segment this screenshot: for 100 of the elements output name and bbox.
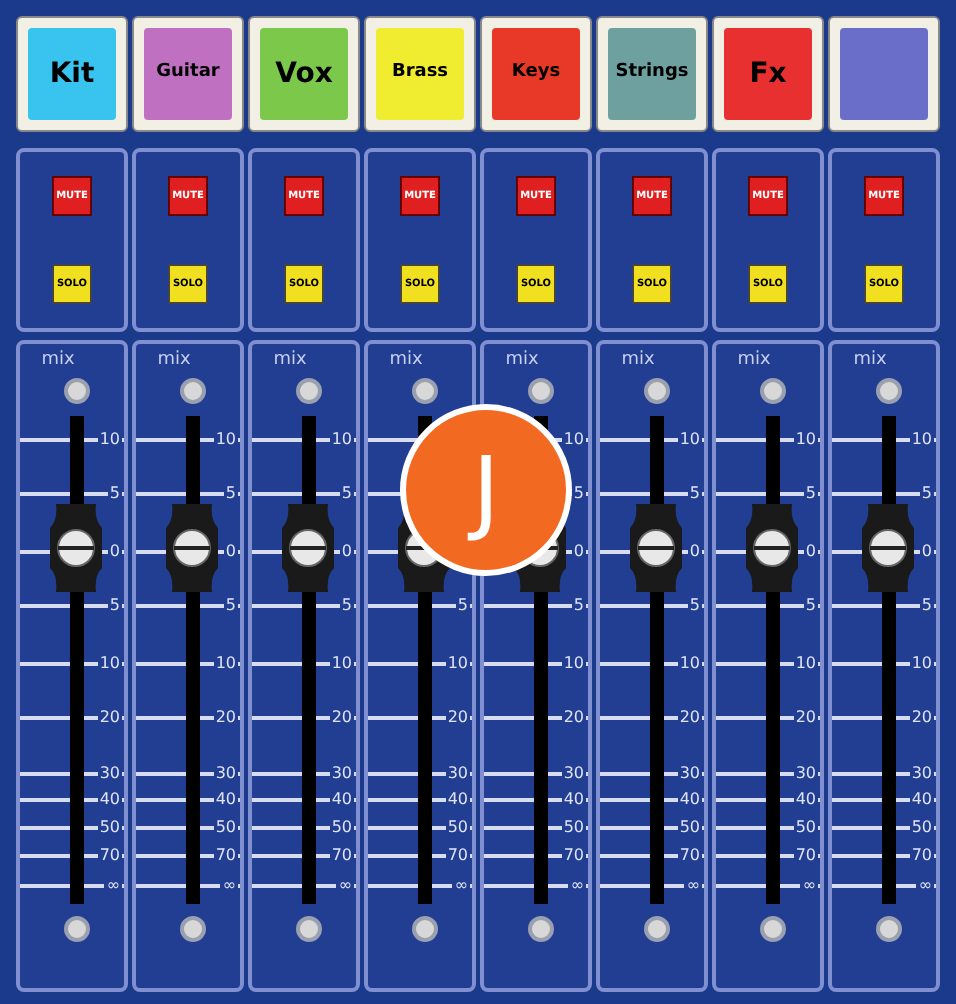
scale-label: 20 [677, 708, 702, 726]
scale-label: 10 [909, 430, 934, 448]
knob-icon[interactable] [64, 916, 90, 942]
scale-label: 50 [97, 818, 122, 836]
scale-label: 10 [97, 654, 122, 672]
channel-name-button[interactable] [828, 16, 940, 132]
scale-label: 50 [909, 818, 934, 836]
scale-label: 40 [329, 790, 354, 808]
scale-label: 10 [793, 430, 818, 448]
fader-cap[interactable] [746, 503, 798, 592]
scale-label: 10 [329, 654, 354, 672]
scale-label: 50 [561, 818, 586, 836]
knob-icon[interactable] [876, 378, 902, 404]
knob-icon[interactable] [296, 378, 322, 404]
knob-icon[interactable] [180, 916, 206, 942]
scale-label: 30 [445, 764, 470, 782]
knob-icon[interactable] [760, 916, 786, 942]
scale-label: 10 [329, 430, 354, 448]
knob-icon[interactable] [644, 378, 670, 404]
scale-label: 10 [677, 430, 702, 448]
scale-label: 5 [223, 484, 238, 502]
fader-cap[interactable] [862, 503, 914, 592]
fader-cap[interactable] [282, 503, 334, 592]
scale-label: 5 [339, 484, 354, 502]
scale-label: 5 [223, 596, 238, 614]
knob-icon[interactable] [296, 916, 322, 942]
scale-label: 10 [97, 430, 122, 448]
knob-icon[interactable] [760, 378, 786, 404]
channel-name-button[interactable]: Keys [480, 16, 592, 132]
scale-label: 5 [803, 484, 818, 502]
scale-label: 40 [677, 790, 702, 808]
scale-label: 5 [687, 596, 702, 614]
scale-label: 70 [213, 846, 238, 864]
scale-label: 30 [909, 764, 934, 782]
fader-cap[interactable] [630, 503, 682, 592]
scale-label: 20 [909, 708, 934, 726]
channel-name-button[interactable]: Brass [364, 16, 476, 132]
scale-label: 5 [919, 596, 934, 614]
scale-label: 20 [561, 708, 586, 726]
scale-label: 30 [793, 764, 818, 782]
scale-label: 20 [445, 708, 470, 726]
scale-label: ∞ [684, 876, 702, 894]
scale-label: 5 [687, 484, 702, 502]
scale-label: 70 [793, 846, 818, 864]
channel-name-button[interactable]: Vox [248, 16, 360, 132]
scale-label: 0 [919, 542, 934, 560]
scale-label: 70 [909, 846, 934, 864]
scale-label: 40 [445, 790, 470, 808]
scale-label: 10 [793, 654, 818, 672]
scale-label: 30 [97, 764, 122, 782]
scale-label: ∞ [916, 876, 934, 894]
scale-label: 0 [803, 542, 818, 560]
mix-label: mix [503, 350, 541, 370]
scale-label: 50 [329, 818, 354, 836]
knob-icon[interactable] [412, 916, 438, 942]
scale-label: 20 [793, 708, 818, 726]
scale-label: 5 [571, 596, 586, 614]
scale-label: 0 [339, 542, 354, 560]
scale-label: 5 [107, 484, 122, 502]
knob-icon[interactable] [876, 916, 902, 942]
scale-label: 5 [571, 484, 586, 502]
fader-cap[interactable] [166, 503, 218, 592]
scale-label: 5 [107, 596, 122, 614]
mix-label: mix [851, 350, 889, 370]
scale-label: ∞ [336, 876, 354, 894]
scale-label: ∞ [104, 876, 122, 894]
knob-icon[interactable] [528, 916, 554, 942]
scale-label: 0 [223, 542, 238, 560]
scale-label: 10 [561, 654, 586, 672]
scale-label: 40 [793, 790, 818, 808]
knob-icon[interactable] [644, 916, 670, 942]
scale-label: ∞ [568, 876, 586, 894]
scale-label: 40 [213, 790, 238, 808]
fader-cap[interactable] [50, 503, 102, 592]
channel-name-button[interactable]: Guitar [132, 16, 244, 132]
scale-label: ∞ [800, 876, 818, 894]
scale-label: 30 [677, 764, 702, 782]
knob-icon[interactable] [64, 378, 90, 404]
knob-icon[interactable] [412, 378, 438, 404]
scale-label: 10 [677, 654, 702, 672]
scale-label: 5 [339, 596, 354, 614]
scale-label: 50 [213, 818, 238, 836]
scale-label: 10 [213, 430, 238, 448]
knob-icon[interactable] [180, 378, 206, 404]
scale-label: 40 [561, 790, 586, 808]
scale-label: 10 [213, 654, 238, 672]
channel-name-button[interactable]: Kit [16, 16, 128, 132]
scale-label: ∞ [452, 876, 470, 894]
scale-label: 5 [919, 484, 934, 502]
knob-icon[interactable] [528, 378, 554, 404]
scale-label: 70 [677, 846, 702, 864]
scale-label: 5 [803, 596, 818, 614]
scale-label: 30 [561, 764, 586, 782]
channel-name-button[interactable]: Fx [712, 16, 824, 132]
scale-label: 10 [445, 654, 470, 672]
scale-label: 70 [97, 846, 122, 864]
scale-label: 0 [107, 542, 122, 560]
scale-label: ∞ [220, 876, 238, 894]
channel-name-button[interactable]: Strings [596, 16, 708, 132]
scale-label: 5 [455, 596, 470, 614]
